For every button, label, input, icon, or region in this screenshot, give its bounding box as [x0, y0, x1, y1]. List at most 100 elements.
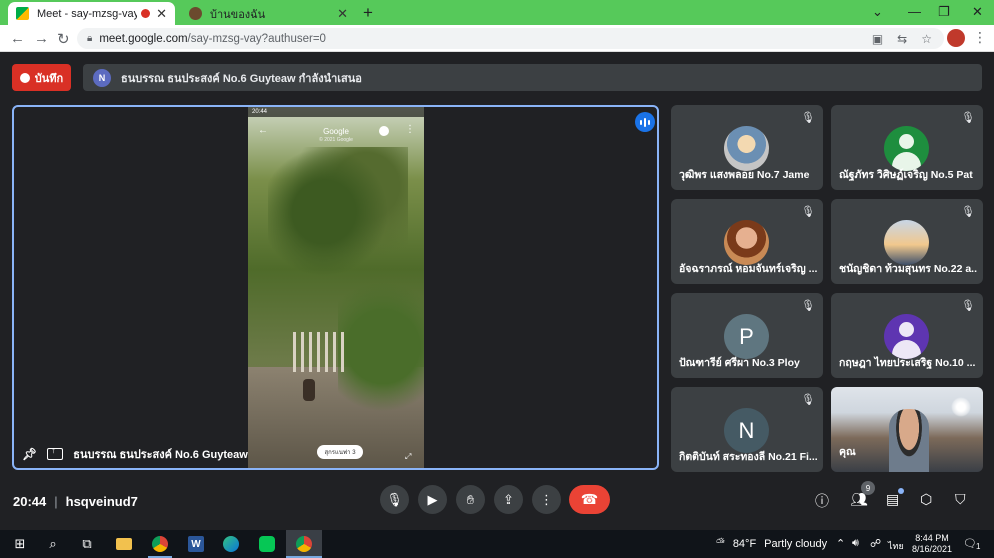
tab-search-icon[interactable]: ⌄: [872, 4, 883, 20]
present-button[interactable]: ⇪: [494, 485, 523, 514]
record-dot-icon: [19, 72, 30, 83]
tab-meet[interactable]: Meet - say-mzsg-vay ✕: [8, 2, 175, 25]
input-language[interactable]: ไทย: [888, 539, 904, 553]
speaking-indicator-icon: [635, 112, 655, 132]
host-controls-icon[interactable]: ⛉: [955, 491, 966, 508]
close-tab-icon[interactable]: ✕: [337, 6, 348, 22]
chat-icon[interactable]: ▤: [886, 491, 899, 508]
forward-icon[interactable]: →: [34, 30, 49, 47]
main-tile-caption: 📌︎ ธนบรรณ ธนประสงค์ No.6 Guyteaw: [22, 445, 248, 463]
participant-tile[interactable]: N 🎙︎ กิตติบันท์ สระทองลี No.21 Fi...: [671, 387, 823, 472]
url-path: /say-mzsg-vay?authuser=0: [187, 32, 326, 45]
end-call-button[interactable]: ☎︎: [569, 485, 610, 514]
participant-name: คุณ: [839, 446, 856, 458]
volume-icon[interactable]: 🔊︎: [852, 537, 859, 550]
streetview-copyright: © 2021 Google: [319, 137, 353, 143]
close-window-icon[interactable]: ✕: [972, 4, 983, 20]
weather-desc: Partly cloudy: [764, 537, 828, 550]
info-icon[interactable]: ⓘ: [815, 491, 829, 511]
meeting-time: 20:44: [13, 494, 47, 509]
tray-chevron-icon[interactable]: ⌃: [836, 537, 845, 550]
participant-name: กิตติบันท์ สระทองลี No.21 Fi...: [679, 451, 817, 463]
reload-icon[interactable]: ↻: [57, 30, 70, 48]
meeting-details: 20:44 | hsqveinud7: [13, 494, 138, 509]
participant-avatar: P: [724, 314, 769, 359]
ceiling-light: [951, 397, 971, 417]
address-toolbar: ← → ↻ 🔒︎ meet.google.com/say-mzsg-vay?au…: [0, 25, 994, 52]
windows-taskbar: ⊞ ⌕ ⧉ W ⛅︎ 84°F Partly cloudy ⌃ 🔊︎ ☍ ไทย…: [0, 530, 994, 558]
participant-tile[interactable]: P 🎙︎ ปัณฑารีย์ ศรีผา No.3 Ploy: [671, 293, 823, 378]
compass-icon: [379, 126, 389, 136]
windows-start-icon[interactable]: ⊞: [10, 534, 30, 554]
network-icon[interactable]: ☍: [870, 537, 881, 550]
url-bar[interactable]: 🔒︎ meet.google.com/say-mzsg-vay?authuser…: [77, 28, 944, 49]
file-explorer-icon[interactable]: [114, 534, 134, 554]
phone-status-bar: 20:44: [248, 107, 424, 117]
main-presentation-tile[interactable]: 20:44 ← Google © 2021 Google ⋮ สุกรแนฟา …: [12, 105, 659, 470]
chat-notification-dot: [898, 488, 904, 494]
mic-off-icon: 🎙︎: [801, 300, 815, 312]
more-options-button[interactable]: ⋮: [532, 485, 561, 514]
profile-avatar[interactable]: [947, 29, 965, 47]
pin-icon[interactable]: 📌︎: [22, 447, 37, 461]
bush-foliage: [338, 267, 424, 427]
back-icon[interactable]: ←: [10, 30, 25, 47]
bookmark-star-icon[interactable]: ☆: [921, 32, 932, 46]
url-host: meet.google.com: [99, 32, 188, 45]
self-video-tile[interactable]: คุณ: [831, 387, 983, 472]
system-clock[interactable]: 8:44 PM 8/16/2021: [912, 533, 952, 555]
present-screen-icon: [47, 445, 64, 460]
participant-avatar: [724, 220, 769, 265]
participant-name: กฤษฎา ไทยประเสริฐ No.10 ...: [839, 357, 976, 369]
participant-tile[interactable]: 🎙︎ ชนัญชิดา ท้วมสุนทร No.22 a...: [831, 199, 983, 284]
participant-avatar: [884, 220, 929, 265]
microphone-button[interactable]: 🎙︎: [380, 485, 409, 514]
task-view-icon[interactable]: ⧉: [77, 534, 97, 554]
microphone-icon: 🎙︎: [386, 491, 403, 507]
participant-tile[interactable]: 🎙︎ วุฒิพร แสงพลอย No.7 Jame: [671, 105, 823, 190]
expand-icon: ⤢: [405, 452, 412, 461]
camera-button[interactable]: ▶: [418, 485, 447, 514]
participant-avatar: N: [724, 408, 769, 453]
new-tab-button[interactable]: +: [363, 3, 373, 23]
search-icon[interactable]: ⌕: [43, 534, 63, 554]
presenter-name: ธนบรรณ ธนประสงค์ No.6 Guyteaw: [73, 449, 248, 461]
close-tab-icon[interactable]: ✕: [156, 6, 167, 22]
camera-icon[interactable]: ▣: [872, 32, 883, 46]
record-button[interactable]: บันทึก: [12, 64, 71, 91]
partly-cloudy-icon: ⛅︎: [716, 537, 725, 549]
shared-screen: 20:44 ← Google © 2021 Google ⋮ สุกรแนฟา …: [248, 107, 424, 468]
mic-off-icon: 🎙︎: [801, 394, 815, 406]
minimize-icon[interactable]: —: [908, 4, 921, 19]
participant-tile[interactable]: 🎙︎ อัจฉราภรณ์ หอมจันทร์เจริญ ...: [671, 199, 823, 284]
meet-icon: [16, 7, 29, 20]
translate-icon[interactable]: ⇆: [897, 32, 907, 46]
fence: [293, 332, 348, 372]
browser-menu-icon[interactable]: ⋮: [973, 29, 987, 46]
more-icon: ⋮: [405, 124, 415, 135]
participant-tile[interactable]: 🎙︎ ณัฐภัทร วิศิษฏ์เจริญ No.5 Pat: [831, 105, 983, 190]
activities-icon[interactable]: ⬡: [920, 491, 932, 508]
participant-name: วุฒิพร แสงพลอย No.7 Jame: [679, 169, 810, 181]
camera-icon: ▶: [427, 491, 438, 507]
tab-home[interactable]: บ้านของฉัน ✕: [181, 2, 356, 25]
notifications-icon[interactable]: 🗨︎: [963, 537, 977, 550]
restore-icon[interactable]: ❐: [938, 4, 950, 20]
line-app-icon[interactable]: [257, 534, 277, 554]
participant-name: ชนัญชิดา ท้วมสุนทร No.22 a...: [839, 263, 977, 275]
notification-count: 1: [976, 542, 981, 551]
meeting-code: hsqveinud7: [65, 494, 138, 509]
word-icon[interactable]: W: [186, 534, 206, 554]
weather-widget[interactable]: ⛅︎ 84°F Partly cloudy: [716, 537, 827, 550]
participant-tile[interactable]: 🎙︎ กฤษฎา ไทยประเสริฐ No.10 ...: [831, 293, 983, 378]
edge-icon[interactable]: [221, 534, 241, 554]
chrome-icon[interactable]: [150, 534, 170, 554]
weather-temp: 84°F: [732, 537, 757, 550]
mic-off-icon: 🎙︎: [961, 112, 975, 124]
lock-icon: 🔒︎: [87, 33, 93, 44]
location-chip: สุกรแนฟา 3: [317, 445, 363, 459]
meet-stage: บันทึก N ธนบรรณ ธนประสงค์ No.6 Guyteaw ก…: [0, 52, 994, 530]
raise-hand-button[interactable]: ✋︎: [456, 485, 485, 514]
presenting-text: ธนบรรณ ธนประสงค์ No.6 Guyteaw กำลังนำเสน…: [121, 72, 362, 85]
chrome-active-icon[interactable]: [294, 534, 314, 554]
